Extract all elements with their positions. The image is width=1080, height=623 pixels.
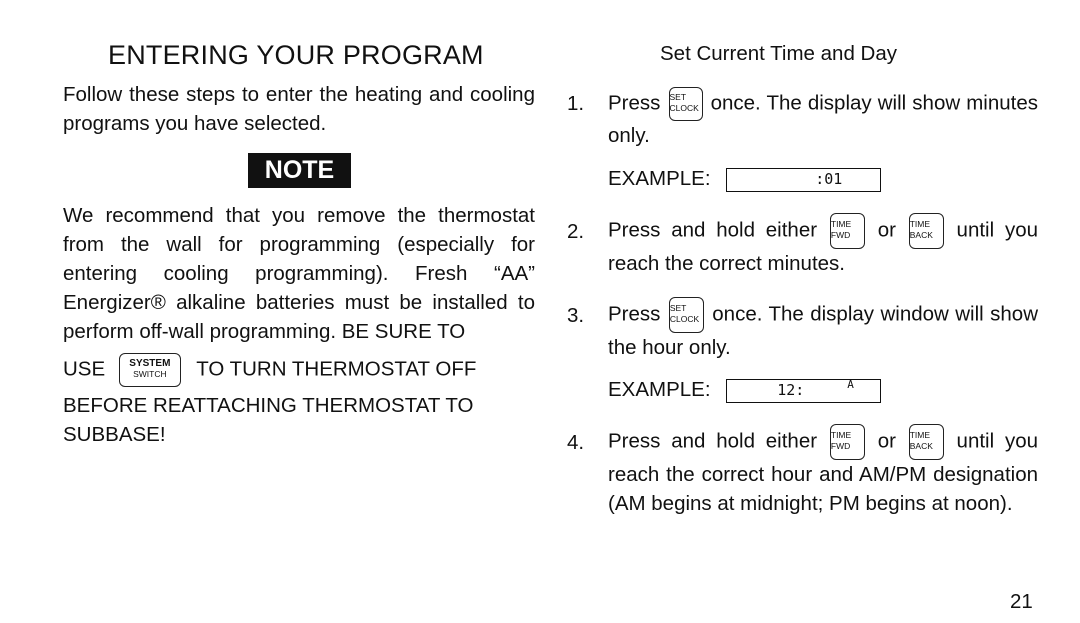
- key-line2: FWD: [830, 441, 851, 451]
- key-line1: TIME: [830, 430, 852, 440]
- set-clock-key-icon: SET CLOCK: [668, 297, 704, 333]
- lcd-display: 12: A: [726, 377, 882, 403]
- example-label: EXAMPLE:: [608, 167, 711, 190]
- step-text: Press: [608, 302, 661, 326]
- key-line2: BACK: [909, 230, 933, 240]
- example-1: EXAMPLE: :01: [608, 167, 882, 192]
- key-line2: FWD: [830, 230, 851, 240]
- example-label: EXAMPLE:: [608, 378, 711, 401]
- key-line2: CLOCK: [669, 314, 700, 324]
- key-line2: BACK: [909, 441, 933, 451]
- section-heading: Set Current Time and Day: [660, 42, 897, 65]
- step-1: Press SET CLOCK once. The display will sh…: [608, 87, 1038, 150]
- key-line1: TIME: [830, 219, 852, 229]
- set-clock-key-icon: SET CLOCK: [668, 87, 703, 121]
- step-text: or: [877, 218, 896, 242]
- step-number: 1.: [567, 92, 585, 115]
- lcd-display: :01: [726, 167, 882, 192]
- time-fwd-key-icon: TIME FWD: [829, 424, 865, 460]
- page-number: 21: [1010, 590, 1033, 613]
- step-text: Press and hold either: [608, 429, 818, 453]
- page-title: ENTERING YOUR PROGRAM: [108, 40, 484, 70]
- use-system-line: USE SYSTEM SWITCH TO TURN THERMOSTAT OFF: [63, 353, 476, 387]
- use-word: USE: [63, 357, 106, 381]
- am-indicator: A: [847, 377, 854, 391]
- lcd-value: :01: [815, 169, 843, 188]
- step-4: Press and hold either TIME FWD or TIME BAC…: [608, 424, 1038, 518]
- key-line1: SET: [669, 92, 687, 102]
- time-fwd-key-icon: TIME FWD: [829, 213, 865, 249]
- step-number: 2.: [567, 220, 585, 243]
- key-line1: SYSTEM: [129, 358, 171, 369]
- step-number: 4.: [567, 431, 585, 454]
- step-number: 3.: [567, 304, 585, 327]
- note-text: We recommend that you remove the thermos…: [63, 204, 535, 343]
- step-text: Press: [608, 91, 661, 115]
- step-2: Press and hold either TIME FWD or TIME BAC…: [608, 213, 1038, 278]
- lcd-value: 12:: [777, 380, 805, 399]
- key-line1: SET: [669, 303, 687, 313]
- key-line2: SWITCH: [133, 369, 167, 379]
- key-line2: CLOCK: [669, 103, 699, 113]
- step-text: or: [877, 429, 896, 453]
- key-line1: TIME: [909, 430, 931, 440]
- step-text: Press and hold either: [608, 218, 818, 242]
- step-3: Press SET CLOCK once. The display window …: [608, 297, 1038, 362]
- time-back-key-icon: TIME BACK: [908, 424, 944, 460]
- turn-off-text: TO TURN THERMOSTAT OFF: [196, 357, 477, 381]
- note-badge: NOTE: [248, 153, 351, 188]
- intro-text: Follow these steps to enter the heating …: [63, 83, 535, 135]
- before-text: BEFORE REATTACHING THERMOSTAT TO SUBBASE…: [63, 394, 474, 446]
- time-back-key-icon: TIME BACK: [908, 213, 944, 249]
- system-switch-key-icon: SYSTEM SWITCH: [118, 353, 181, 387]
- key-line1: TIME: [909, 219, 931, 229]
- example-2: EXAMPLE: 12: A: [608, 377, 882, 403]
